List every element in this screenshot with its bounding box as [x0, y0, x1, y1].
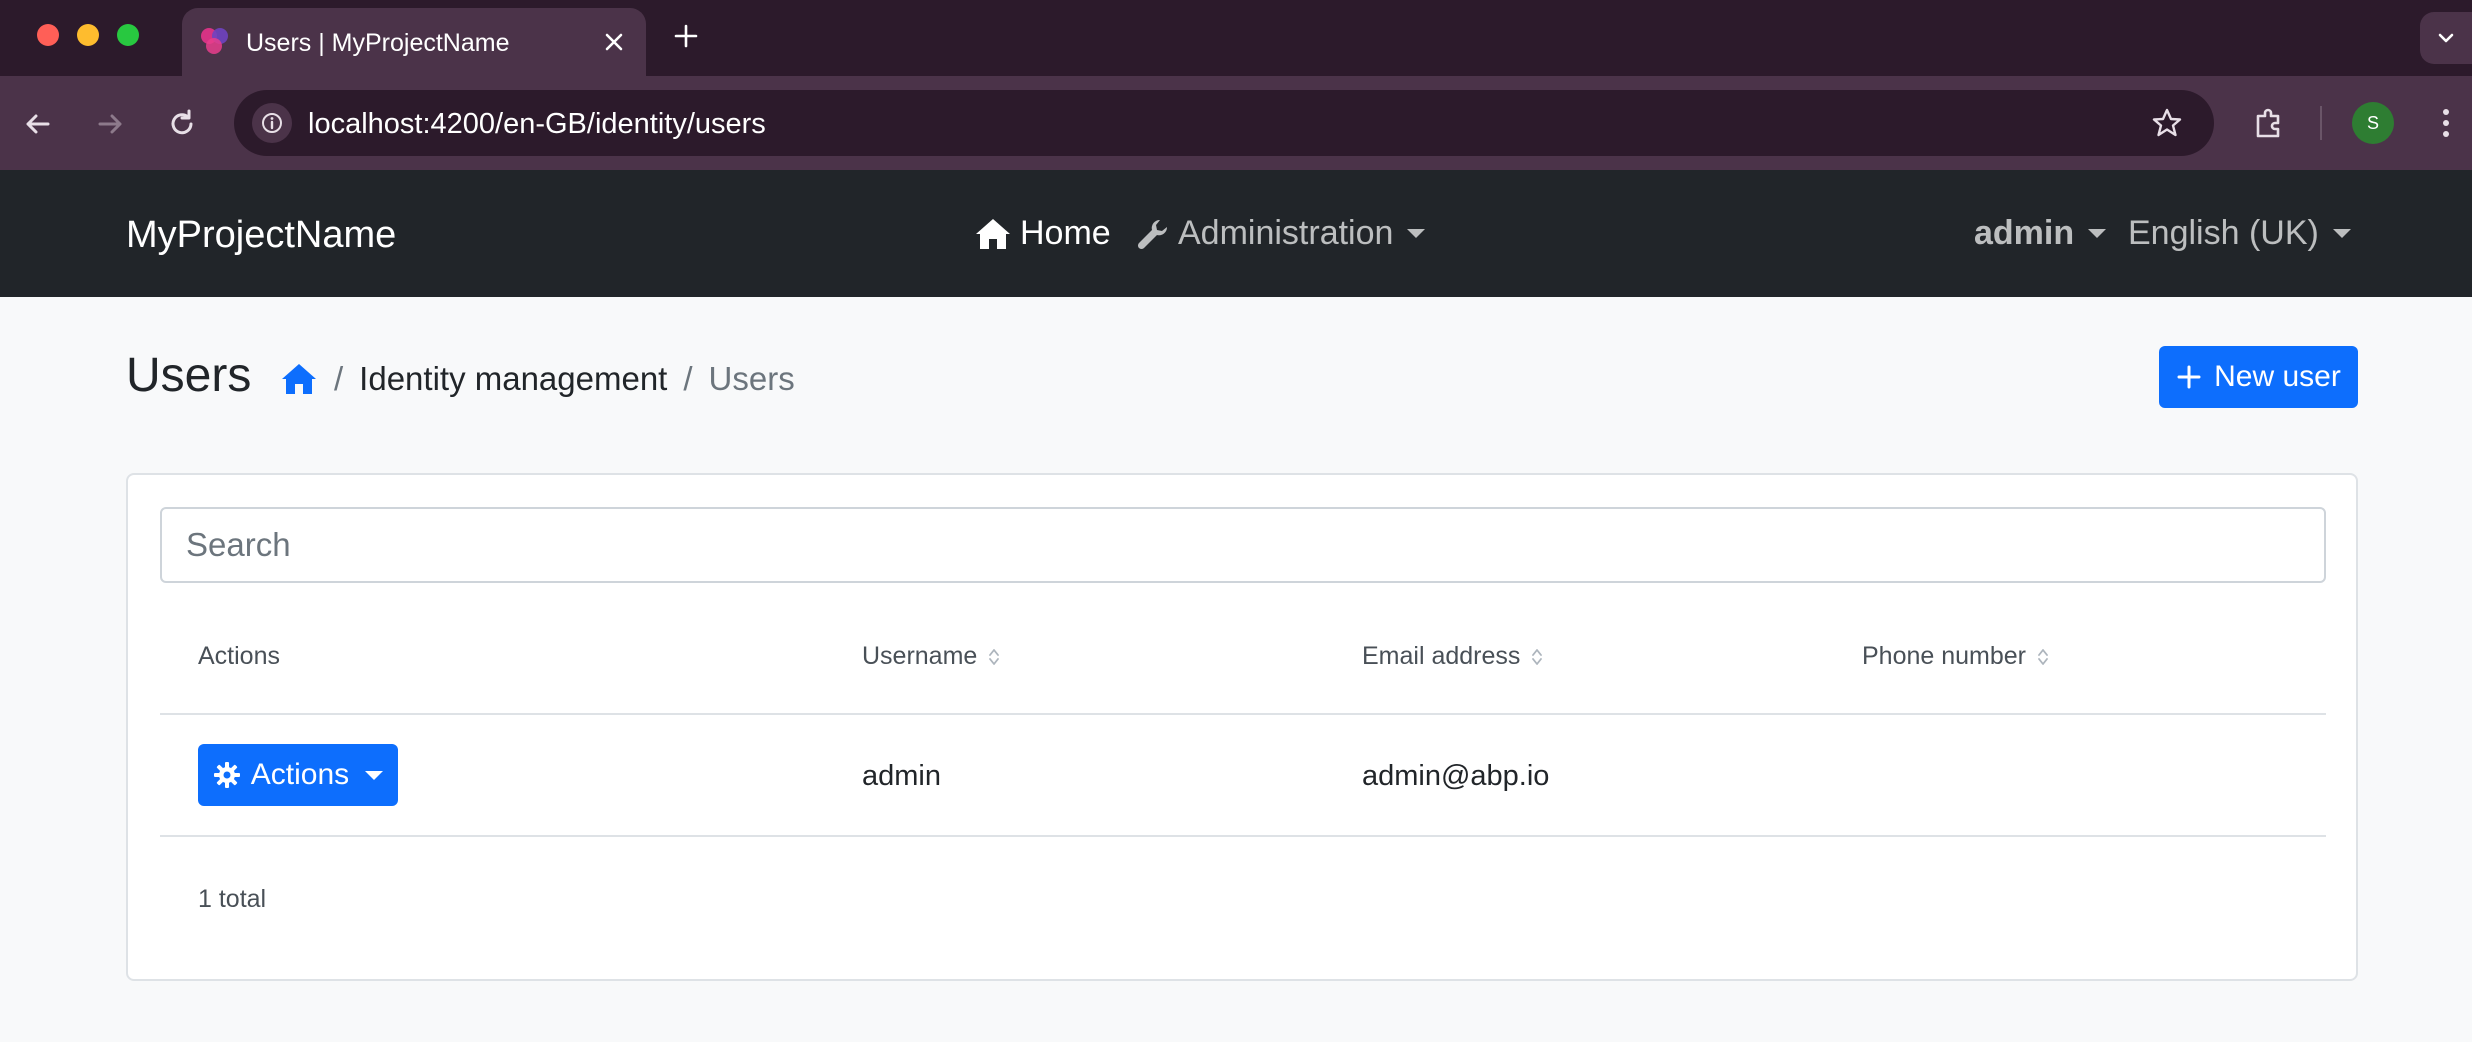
toolbar-divider: [2320, 106, 2322, 140]
breadcrumb-separator: /: [334, 360, 344, 397]
row-actions-button[interactable]: Actions: [198, 744, 398, 806]
profile-avatar[interactable]: S: [2352, 102, 2394, 144]
tab-close-icon[interactable]: [600, 28, 628, 56]
browser-toolbar: localhost:4200/en-GB/identity/users S: [0, 76, 2472, 170]
nav-language-label: English (UK): [2128, 214, 2319, 252]
sort-icon: [989, 649, 1000, 665]
nav-home-label: Home: [1020, 214, 1111, 252]
cell-username: admin: [862, 760, 941, 792]
tab-title: Users | MyProjectName: [246, 29, 510, 57]
tab-search-button[interactable]: [2420, 12, 2472, 64]
home-icon[interactable]: [280, 362, 318, 396]
search-input[interactable]: [160, 507, 2326, 583]
chevron-down-icon: [2438, 33, 2454, 43]
nav-administration-label: Administration: [1178, 214, 1394, 252]
more-menu-icon[interactable]: [2428, 104, 2464, 142]
table-row: Actions admin admin@abp.io: [160, 715, 2326, 837]
new-user-label: New user: [2214, 360, 2341, 393]
brand-logo[interactable]: MyProjectName: [126, 214, 396, 257]
chevron-down-icon: [2088, 229, 2107, 238]
chevron-down-icon: [1407, 229, 1426, 238]
page-title: Users: [126, 349, 252, 402]
url-text: localhost:4200/en-GB/identity/users: [308, 108, 766, 140]
column-header-actions: Actions: [198, 642, 280, 670]
breadcrumb: / Identity management / Users: [280, 360, 795, 398]
bookmark-star-icon[interactable]: [2150, 106, 2184, 140]
chevron-down-icon: [365, 770, 384, 780]
new-tab-icon[interactable]: [670, 20, 702, 52]
row-actions-label: Actions: [250, 758, 350, 791]
site-info-icon[interactable]: [252, 103, 292, 143]
gear-icon: [213, 762, 240, 788]
breadcrumb-identity-management[interactable]: Identity management: [359, 360, 667, 398]
column-header-email[interactable]: Email address: [1362, 625, 1544, 715]
sort-icon: [1532, 649, 1543, 665]
nav-language-dropdown[interactable]: English (UK): [2128, 214, 2351, 253]
address-bar[interactable]: localhost:4200/en-GB/identity/users: [234, 90, 2214, 156]
reload-icon[interactable]: [164, 106, 200, 142]
nav-user-label: admin: [1974, 214, 2075, 252]
breadcrumb-current: Users: [708, 360, 795, 397]
table-header: Actions Username Email address Phone num…: [160, 625, 2326, 715]
browser-tabbar: Users | MyProjectName: [0, 0, 2472, 76]
browser-tab-active[interactable]: Users | MyProjectName: [182, 8, 646, 76]
nav-administration-dropdown[interactable]: Administration: [1136, 214, 1426, 253]
back-arrow-icon[interactable]: [20, 106, 56, 142]
sort-icon: [2038, 649, 2048, 665]
nav-home-link[interactable]: Home: [974, 214, 1111, 253]
window-minimize-button[interactable]: [77, 24, 99, 46]
forward-arrow-icon[interactable]: [92, 106, 128, 142]
app-favicon-icon: [201, 28, 228, 54]
new-user-button[interactable]: New user: [2159, 346, 2358, 408]
extensions-puzzle-icon[interactable]: [2250, 104, 2288, 142]
wrench-icon: [1137, 219, 1168, 249]
home-icon: [976, 218, 1010, 249]
column-header-username[interactable]: Username: [862, 625, 1001, 715]
chevron-down-icon: [2332, 229, 2351, 238]
nav-user-dropdown[interactable]: admin: [1974, 214, 2107, 253]
plus-icon: [2177, 365, 2201, 389]
column-header-phone[interactable]: Phone number: [1862, 625, 2050, 715]
breadcrumb-separator: /: [683, 360, 693, 397]
total-count: 1 total: [198, 885, 267, 913]
cell-email: admin@abp.io: [1362, 760, 1550, 792]
window-maximize-button[interactable]: [117, 24, 139, 46]
app-navbar: MyProjectName Home Administration admin …: [0, 170, 2472, 297]
users-card: Actions Username Email address Phone num…: [126, 473, 2358, 981]
window-close-button[interactable]: [37, 24, 59, 46]
